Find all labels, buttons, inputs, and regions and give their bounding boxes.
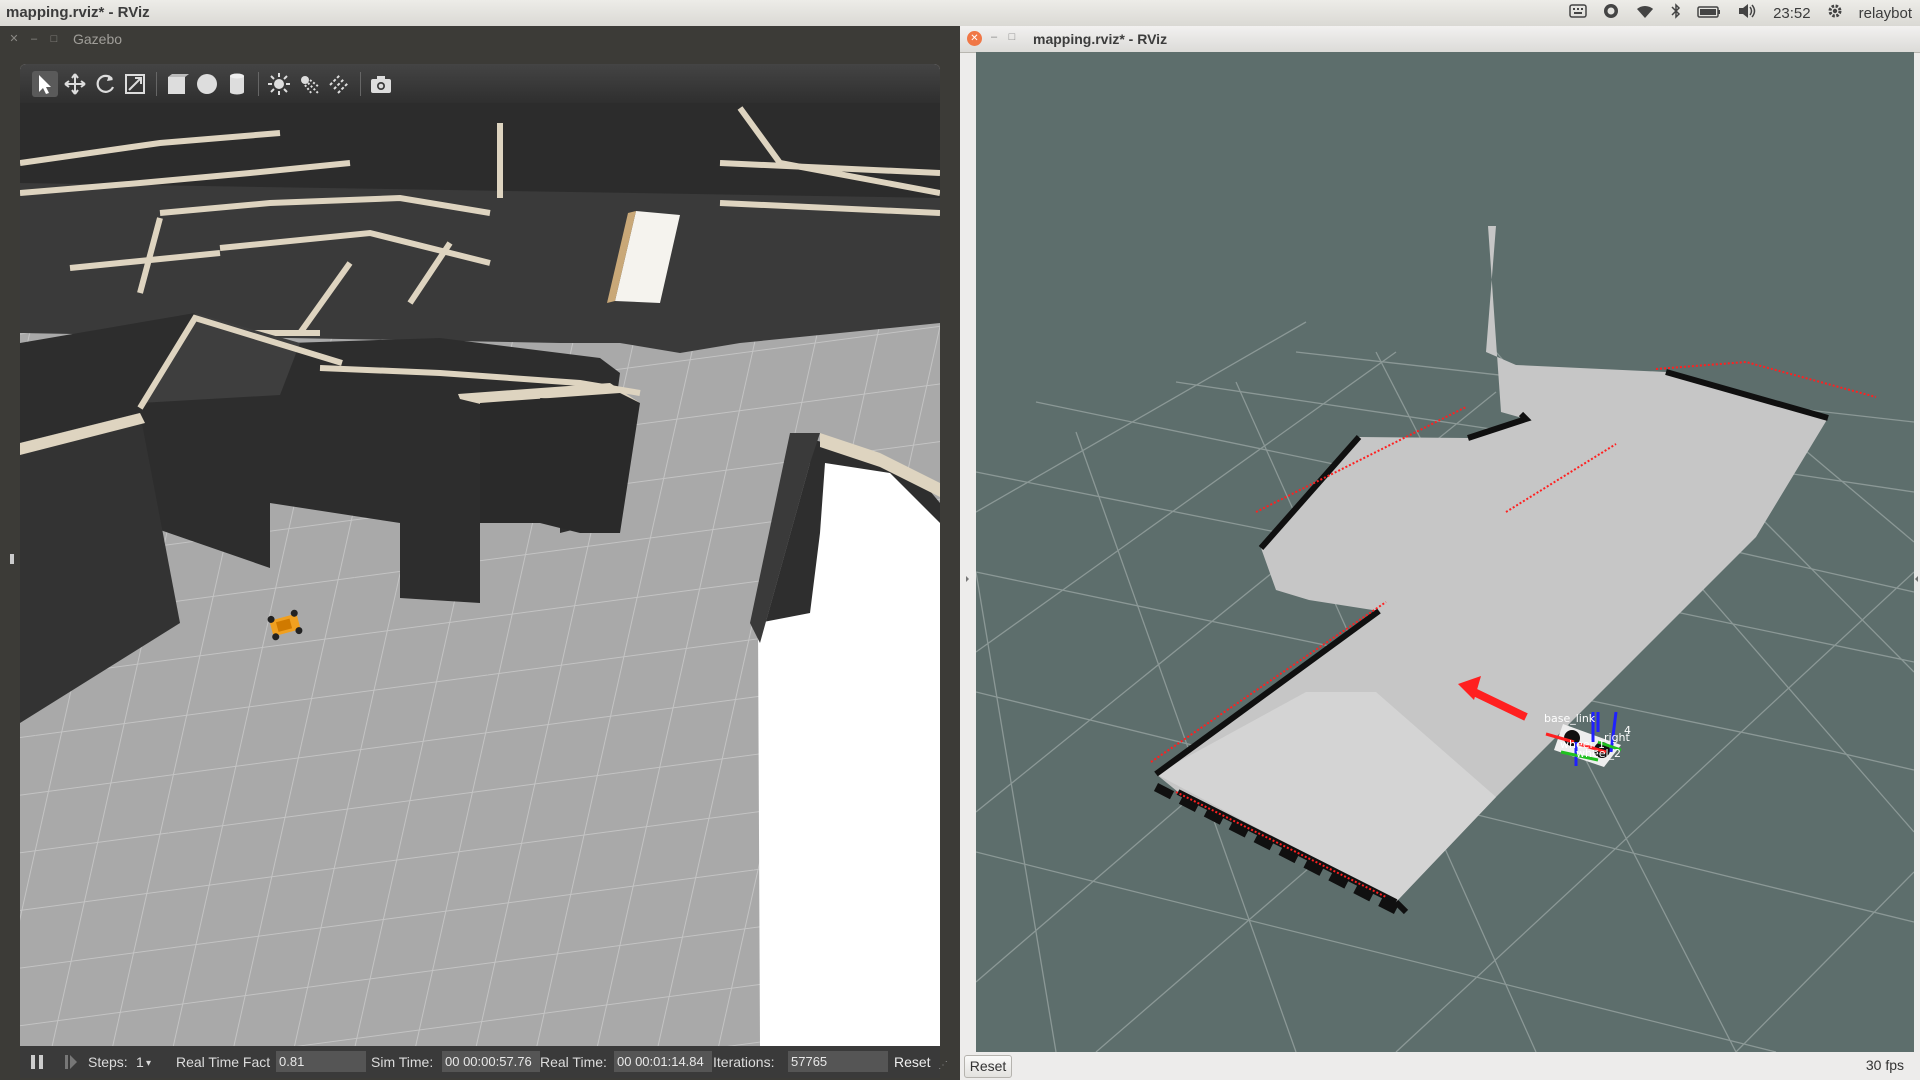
wifi-icon[interactable] — [1635, 4, 1655, 23]
tf-label-wheel-2: wheel_2 — [1576, 747, 1621, 760]
iterations-label: Iterations: — [713, 1054, 775, 1070]
battery-icon[interactable] — [1697, 5, 1721, 22]
rviz-title: mapping.rviz* - RViz — [1033, 31, 1168, 47]
keyboard-icon[interactable] — [1569, 4, 1587, 22]
steps-value[interactable]: 1 — [136, 1054, 144, 1070]
close-icon[interactable]: ✕ — [967, 31, 982, 46]
rviz-titlebar: ✕ – □ mapping.rviz* - RViz — [960, 26, 1920, 53]
real-time-field: 00 00:01:14.84 — [614, 1051, 712, 1072]
top-panel: mapping.rviz* - RViz 23:52 relaybot — [0, 0, 1920, 27]
steps-dropdown-icon[interactable]: ▾ — [146, 1058, 151, 1069]
gazebo-title: Gazebo — [73, 31, 123, 47]
rtf-field: 0.81 — [276, 1051, 366, 1072]
box-shape-icon[interactable] — [164, 71, 190, 97]
sim-time-field: 00 00:00:57.76 — [442, 1051, 540, 1072]
rviz-bottom-bar: Reset 30 fps — [960, 1053, 1920, 1080]
gazebo-window: ✕ – □ Gazebo Steps: 1 ▾ Real Time Fact 0… — [0, 26, 960, 1080]
pause-icon[interactable] — [30, 1054, 44, 1073]
maximize-icon[interactable]: □ — [1006, 31, 1018, 43]
steps-label: Steps: — [88, 1054, 128, 1070]
cylinder-shape-icon[interactable] — [224, 71, 250, 97]
rviz-3d-view[interactable]: base_link wheel_1 wheel_2 right 4 — [976, 52, 1914, 1052]
minimize-icon[interactable]: – — [28, 33, 40, 45]
resize-grip-icon[interactable]: ⋰ — [938, 1060, 948, 1071]
directional-light-icon[interactable] — [326, 71, 352, 97]
gazebo-status-bar: Steps: 1 ▾ Real Time Fact 0.81 Sim Time:… — [20, 1046, 940, 1078]
volume-icon[interactable] — [1737, 3, 1757, 23]
tf-label-base: base_link — [1544, 712, 1596, 725]
rtf-label: Real Time Fact — [176, 1054, 271, 1070]
gazebo-toolbar — [20, 64, 940, 103]
toolbar-divider — [156, 72, 157, 96]
user-name[interactable]: relaybot — [1859, 5, 1912, 22]
sync-icon[interactable] — [1603, 3, 1619, 23]
rviz-reset-button[interactable]: Reset — [964, 1055, 1012, 1078]
splitter-handle[interactable] — [10, 554, 14, 564]
system-tray: 23:52 relaybot — [1569, 3, 1912, 23]
real-time-label: Real Time: — [540, 1054, 607, 1070]
rotate-icon[interactable] — [92, 71, 118, 97]
iterations-field: 57765 — [788, 1051, 888, 1072]
active-window-title: mapping.rviz* - RViz — [6, 4, 150, 21]
screenshot-icon[interactable] — [368, 71, 394, 97]
left-dock-handle[interactable] — [964, 52, 972, 1052]
select-arrow-icon[interactable] — [32, 71, 58, 97]
clock[interactable]: 23:52 — [1773, 5, 1811, 22]
maximize-icon[interactable]: □ — [48, 33, 60, 45]
fps-counter: 30 fps — [1865, 1057, 1904, 1073]
minimize-icon[interactable]: – — [988, 31, 1000, 43]
gazebo-3d-viewport[interactable] — [20, 103, 940, 1046]
session-gear-icon[interactable] — [1827, 3, 1843, 23]
point-light-icon[interactable] — [266, 71, 292, 97]
translate-icon[interactable] — [62, 71, 88, 97]
sphere-shape-icon[interactable] — [194, 71, 220, 97]
gazebo-reset-button[interactable]: Reset — [894, 1054, 931, 1070]
gazebo-titlebar: ✕ – □ Gazebo — [0, 26, 960, 52]
bluetooth-icon[interactable] — [1671, 3, 1681, 23]
toolbar-divider — [360, 72, 361, 96]
right-dock-handle[interactable] — [1914, 52, 1920, 1052]
spot-light-icon[interactable] — [296, 71, 322, 97]
scale-icon[interactable] — [122, 71, 148, 97]
tf-label-4: 4 — [1624, 724, 1631, 737]
rviz-window: ✕ – □ mapping.rviz* - RViz base_link whe… — [960, 26, 1920, 1080]
sim-time-label: Sim Time: — [371, 1054, 434, 1070]
toolbar-divider — [258, 72, 259, 96]
close-icon[interactable]: ✕ — [8, 33, 20, 45]
step-icon[interactable] — [64, 1054, 78, 1073]
